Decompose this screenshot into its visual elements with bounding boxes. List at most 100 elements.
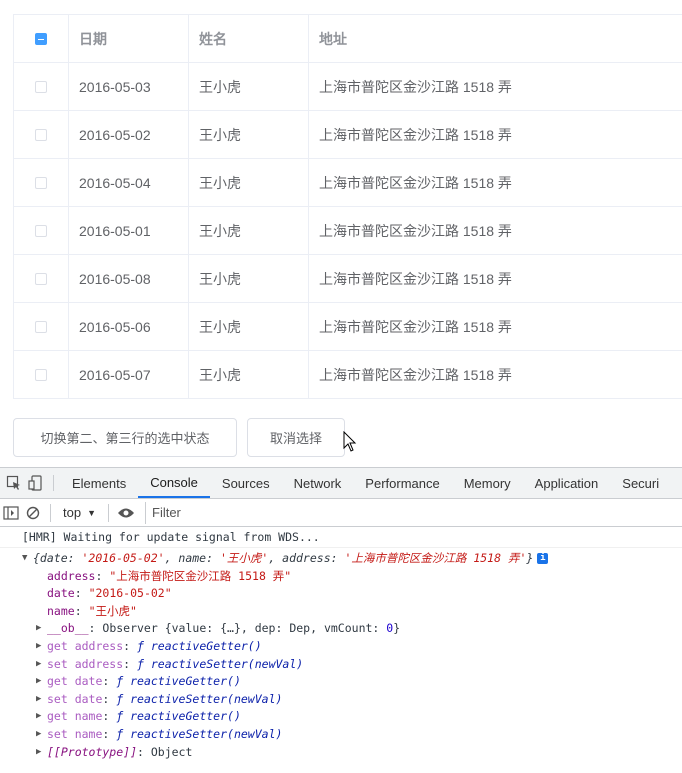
table-row[interactable]: 2016-05-01 王小虎 上海市普陀区金沙江路 1518 弄 <box>13 207 682 255</box>
accessor-key: set address <box>47 656 124 671</box>
tab-sources[interactable]: Sources <box>210 468 282 498</box>
sidebar-toggle-icon[interactable] <box>0 502 22 524</box>
info-icon[interactable]: i <box>537 553 549 564</box>
tab-application[interactable]: Application <box>523 468 611 498</box>
collapsed-triangle-icon[interactable]: ▶ <box>36 620 41 638</box>
accessor-line[interactable]: ▶ get name: ƒ reactiveGetter() <box>0 708 682 726</box>
row-checkbox[interactable] <box>35 224 47 237</box>
devtools-tabs: Elements Console Sources Network Performance… <box>60 468 671 498</box>
live-expression-eye-icon[interactable] <box>115 502 137 524</box>
cell-name: 王小虎 <box>189 159 309 206</box>
tab-network[interactable]: Network <box>282 468 354 498</box>
collapsed-triangle-icon[interactable]: ▶ <box>36 656 41 674</box>
cell-date: 2016-05-01 <box>69 207 189 254</box>
row-checkbox[interactable] <box>35 80 47 93</box>
toolbar-divider <box>53 475 54 491</box>
cell-name: 王小虎 <box>189 351 309 398</box>
devtools-tabbar: Elements Console Sources Network Performance… <box>0 468 682 499</box>
console-filter-input[interactable]: Filter <box>145 501 652 524</box>
table-header-row: 日期 姓名 地址 <box>13 15 682 63</box>
object-summary-line[interactable]: ▼ {date: '2016-05-02', name: '王小虎', addr… <box>0 550 682 568</box>
select-all-checkbox[interactable] <box>35 32 47 45</box>
cell-address: 上海市普陀区金沙江路 1518 弄 <box>319 270 512 287</box>
cell-name: 王小虎 <box>189 303 309 350</box>
table-row[interactable]: 2016-05-07 王小虎 上海市普陀区金沙江路 1518 弄 <box>13 351 682 399</box>
row-checkbox[interactable] <box>35 320 47 333</box>
accessor-key: get date <box>47 674 103 689</box>
devtools-panel: Elements Console Sources Network Performance… <box>0 467 682 773</box>
tab-securi[interactable]: Securi <box>610 468 671 498</box>
cell-name: 王小虎 <box>189 63 309 110</box>
tab-elements[interactable]: Elements <box>60 468 138 498</box>
collapsed-triangle-icon[interactable]: ▶ <box>36 691 41 709</box>
collapsed-triangle-icon[interactable]: ▶ <box>36 708 41 726</box>
accessor-function: ƒ reactiveSetter(newVal) <box>116 726 283 741</box>
table-row[interactable]: 2016-05-04 王小虎 上海市普陀区金沙江路 1518 弄 <box>13 159 682 207</box>
property-key: name <box>47 603 75 618</box>
clear-selection-button[interactable]: 取消选择 <box>247 418 345 457</box>
cell-address: 上海市普陀区金沙江路 1518 弄 <box>319 222 512 239</box>
property-value: "上海市普陀区金沙江路 1518 弄" <box>109 568 292 583</box>
accessor-line[interactable]: ▶ set date: ƒ reactiveSetter(newVal) <box>0 691 682 709</box>
tab-performance[interactable]: Performance <box>353 468 451 498</box>
cell-date: 2016-05-04 <box>69 159 189 206</box>
accessor-line[interactable]: ▶ set address: ƒ reactiveSetter(newVal) <box>0 656 682 674</box>
collapsed-triangle-icon[interactable]: ▶ <box>36 744 41 762</box>
header-name[interactable]: 姓名 <box>189 15 309 62</box>
cell-address: 上海市普陀区金沙江路 1518 弄 <box>319 174 512 191</box>
accessor-function: ƒ reactiveGetter() <box>137 638 262 653</box>
row-checkbox[interactable] <box>35 272 47 285</box>
accessor-function: ƒ reactiveGetter() <box>116 674 241 689</box>
row-checkbox[interactable] <box>35 368 47 381</box>
prototype-line[interactable]: ▶ [[Prototype]]: Object <box>0 744 682 762</box>
object-accessors: ▶ get address: ƒ reactiveGetter() ▶ set add… <box>0 638 682 744</box>
inspect-element-icon[interactable] <box>3 468 25 498</box>
property-key: address <box>47 568 96 583</box>
row-select-cell <box>14 111 69 158</box>
device-toolbar-icon[interactable] <box>25 468 47 498</box>
row-select-cell <box>14 63 69 110</box>
ob-property-line[interactable]: ▶ __ob__: Observer {value: {…}, dep: Dep… <box>0 620 682 638</box>
clear-console-icon[interactable] <box>22 502 44 524</box>
table-row[interactable]: 2016-05-08 王小虎 上海市普陀区金沙江路 1518 弄 <box>13 255 682 303</box>
toolbar-divider <box>50 503 51 522</box>
mouse-cursor-icon <box>343 431 357 452</box>
row-select-cell <box>14 303 69 350</box>
accessor-line[interactable]: ▶ set name: ƒ reactiveSetter(newVal) <box>0 726 682 744</box>
table-row[interactable]: 2016-05-06 王小虎 上海市普陀区金沙江路 1518 弄 <box>13 303 682 351</box>
accessor-key: set name <box>47 726 103 741</box>
accessor-function: ƒ reactiveSetter(newVal) <box>137 656 304 671</box>
collapsed-triangle-icon[interactable]: ▶ <box>36 673 41 691</box>
collapsed-triangle-icon[interactable]: ▶ <box>36 638 41 656</box>
collapsed-triangle-icon[interactable]: ▶ <box>36 726 41 744</box>
table-row[interactable]: 2016-05-03 王小虎 上海市普陀区金沙江路 1518 弄 <box>13 63 682 111</box>
header-date[interactable]: 日期 <box>69 15 189 62</box>
tab-console[interactable]: Console <box>138 468 210 498</box>
cell-date: 2016-05-02 <box>69 111 189 158</box>
cell-name: 王小虎 <box>189 255 309 302</box>
cell-date: 2016-05-06 <box>69 303 189 350</box>
accessor-key: get name <box>47 709 103 724</box>
accessor-line[interactable]: ▶ get address: ƒ reactiveGetter() <box>0 638 682 656</box>
property-key: date <box>47 586 75 601</box>
cell-date: 2016-05-03 <box>69 63 189 110</box>
accessor-function: ƒ reactiveSetter(newVal) <box>116 691 283 706</box>
accessor-key: set date <box>47 691 103 706</box>
accessor-key: get address <box>47 638 124 653</box>
toggle-selection-button[interactable]: 切换第二、第三行的选中状态 <box>13 418 237 457</box>
header-address[interactable]: 地址 <box>309 15 682 62</box>
accessor-line[interactable]: ▶ get date: ƒ reactiveGetter() <box>0 673 682 691</box>
row-select-cell <box>14 159 69 206</box>
row-checkbox[interactable] <box>35 128 47 141</box>
property-value: "2016-05-02" <box>88 586 172 601</box>
object-properties: address: "上海市普陀区金沙江路 1518 弄" date: "2016-… <box>0 568 682 621</box>
object-property-line: address: "上海市普陀区金沙江路 1518 弄" <box>47 568 292 583</box>
object-property-line: date: "2016-05-02" <box>47 586 172 601</box>
row-checkbox[interactable] <box>35 176 47 189</box>
cell-address: 上海市普陀区金沙江路 1518 弄 <box>319 318 512 335</box>
table-row[interactable]: 2016-05-02 王小虎 上海市普陀区金沙江路 1518 弄 <box>13 111 682 159</box>
row-select-cell <box>14 255 69 302</box>
tab-memory[interactable]: Memory <box>452 468 523 498</box>
context-selector[interactable]: top ▼ <box>57 505 102 520</box>
expanded-triangle-icon[interactable]: ▼ <box>22 550 27 568</box>
